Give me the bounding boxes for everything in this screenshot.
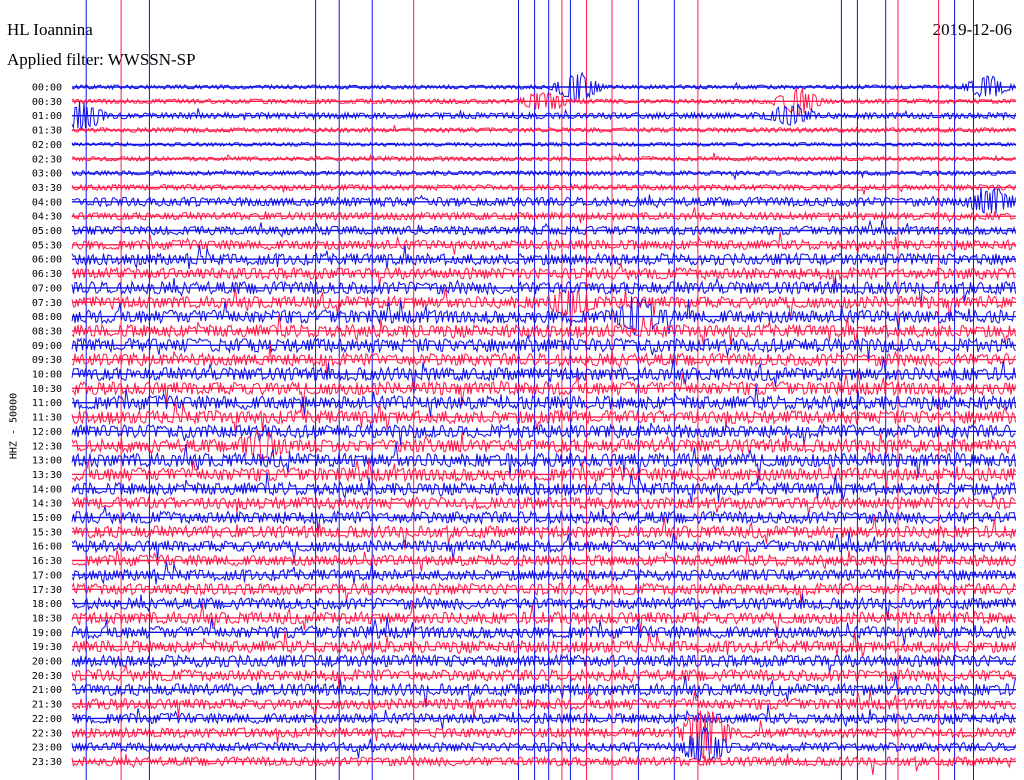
trace-row-1930 <box>71 630 1016 658</box>
tick-label-0300: 03:00 <box>32 169 62 180</box>
tick-label-1530: 15:30 <box>32 527 62 538</box>
tick-label-1230: 12:30 <box>32 441 62 452</box>
tick-label-0230: 02:30 <box>32 154 62 165</box>
tick-label-2100: 21:00 <box>32 685 62 696</box>
tick-label-1630: 16:30 <box>32 556 62 567</box>
trace-row-2200 <box>71 704 1016 729</box>
trace-rows <box>71 71 1016 776</box>
seismogram-plot: 00:00 00:30 01:00 01:30 02:00 02:30 03:00 03:30… <box>32 0 1016 780</box>
time-tick-labels: 00:00 00:30 01:00 01:30 02:00 02:30 03:00 03:30… <box>32 83 62 768</box>
tick-label-1930: 19:30 <box>32 642 62 653</box>
tick-label-0700: 07:00 <box>32 283 62 294</box>
tick-label-1200: 12:00 <box>32 427 62 438</box>
tick-label-0000: 00:00 <box>32 83 62 94</box>
tick-label-1500: 15:00 <box>32 513 62 524</box>
tick-label-2030: 20:30 <box>32 671 62 682</box>
tick-label-0600: 06:00 <box>32 255 62 266</box>
trace-row-1430 <box>71 495 1016 516</box>
trace-row-1730 <box>71 578 1016 603</box>
tick-label-0130: 01:30 <box>32 126 62 137</box>
trace-row-0530 <box>71 231 1016 255</box>
trace-row-0230 <box>71 152 1016 163</box>
tick-label-0100: 01:00 <box>32 111 62 122</box>
trace-row-2330 <box>71 753 1016 776</box>
trace-row-0430 <box>71 207 1016 224</box>
tick-label-2230: 22:30 <box>32 728 62 739</box>
trace-row-0300 <box>71 168 1016 181</box>
tick-label-1100: 11:00 <box>32 398 62 409</box>
tick-label-1800: 18:00 <box>32 599 62 610</box>
tick-label-0800: 08:00 <box>32 312 62 323</box>
tick-label-0400: 04:00 <box>32 197 62 208</box>
tick-label-1300: 13:00 <box>32 456 62 467</box>
tick-label-0430: 04:30 <box>32 212 62 223</box>
tick-label-0730: 07:30 <box>32 298 62 309</box>
tick-label-1430: 14:30 <box>32 499 62 510</box>
tick-label-2330: 23:30 <box>32 757 62 768</box>
tick-label-1730: 17:30 <box>32 585 62 596</box>
tick-label-0330: 03:30 <box>32 183 62 194</box>
trace-row-2030 <box>71 664 1016 689</box>
trace-row-0500 <box>72 219 1016 238</box>
tick-label-0530: 05:30 <box>32 240 62 251</box>
tick-label-2000: 20:00 <box>32 657 62 668</box>
tick-label-1330: 13:30 <box>32 470 62 481</box>
tick-label-1900: 19:00 <box>32 628 62 639</box>
tick-label-0830: 08:30 <box>32 326 62 337</box>
tick-label-0900: 09:00 <box>32 341 62 352</box>
tick-label-1600: 16:00 <box>32 542 62 553</box>
tick-label-0030: 00:30 <box>32 97 62 108</box>
tick-label-2200: 22:00 <box>32 714 62 725</box>
trace-row-0400 <box>71 187 1016 215</box>
tick-label-0200: 02:00 <box>32 140 62 151</box>
tick-label-1830: 18:30 <box>32 613 62 624</box>
tick-label-1030: 10:30 <box>32 384 62 395</box>
tick-label-1000: 10:00 <box>32 370 62 381</box>
tick-label-1700: 17:00 <box>32 570 62 581</box>
trace-row-0600 <box>71 245 1016 270</box>
tick-label-1400: 14:00 <box>32 484 62 495</box>
tick-label-2300: 23:00 <box>32 743 62 754</box>
trace-row-0130 <box>71 124 1016 134</box>
tick-label-0500: 05:00 <box>32 226 62 237</box>
tick-label-1130: 11:30 <box>32 413 62 424</box>
trace-row-1900 <box>71 617 1016 645</box>
trace-row-0330 <box>71 183 1016 195</box>
tick-label-0630: 06:30 <box>32 269 62 280</box>
tick-label-2130: 21:30 <box>32 700 62 711</box>
trace-row-0030 <box>71 87 1016 118</box>
tick-label-0930: 09:30 <box>32 355 62 366</box>
trace-row-1530 <box>72 516 1016 550</box>
